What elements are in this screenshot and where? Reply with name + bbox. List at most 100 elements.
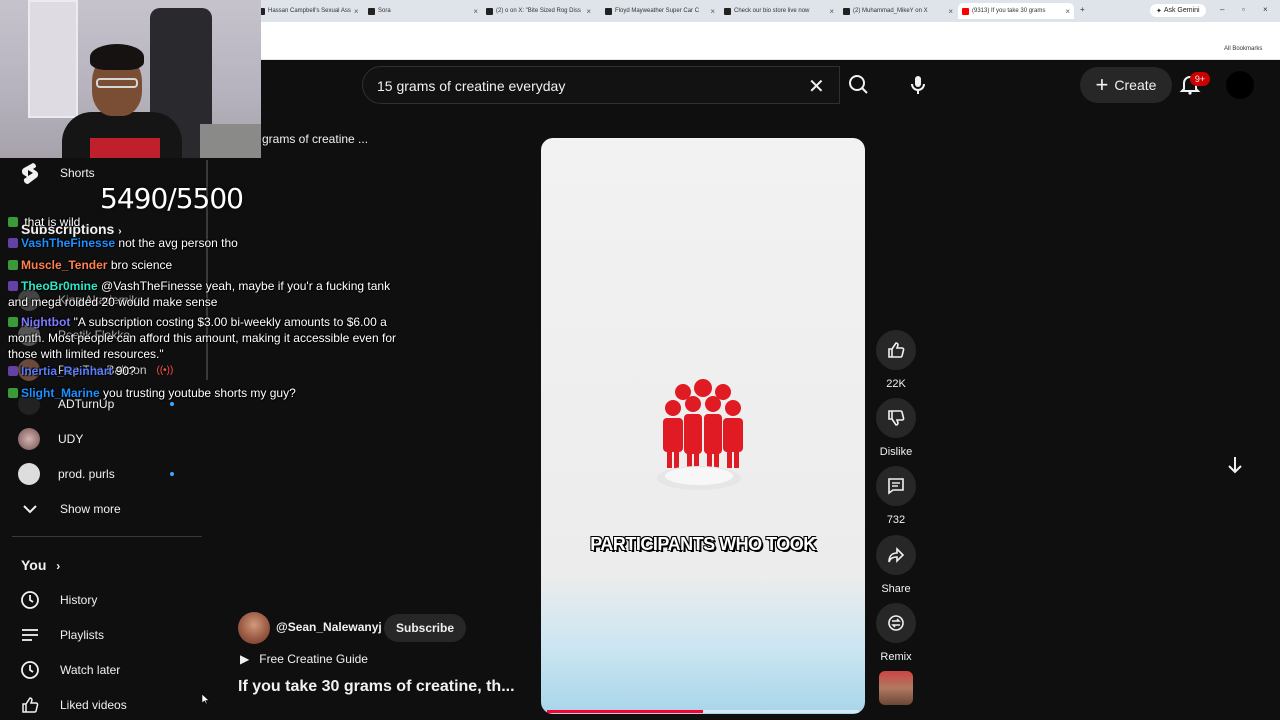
chat-username: VashTheFinesse xyxy=(21,236,119,250)
notification-count-badge: 9+ xyxy=(1190,72,1210,86)
tab-close-icon[interactable]: × xyxy=(586,7,591,16)
chat-badge-icon xyxy=(8,260,18,270)
chat-badge-icon xyxy=(8,281,18,291)
chat-username: Muscle_Tender xyxy=(21,258,111,272)
browser-tab[interactable]: Check our bio store live now × xyxy=(724,3,834,19)
browser-tab[interactable]: Hassan Campbell's Sexual Ass × xyxy=(258,3,358,19)
remix-action[interactable]: Remix xyxy=(876,603,916,663)
like-count: 22K xyxy=(886,378,906,390)
chat-message: Muscle_Tender bro science xyxy=(8,257,248,273)
channel-avatar[interactable] xyxy=(238,612,270,644)
video-progress-bar[interactable] xyxy=(547,710,859,713)
subscribe-button[interactable]: Subscribe xyxy=(384,614,466,642)
tab-favicon-icon xyxy=(605,7,612,15)
comment-count: 732 xyxy=(886,514,906,526)
shorts-video-player[interactable]: PARTICIPANTS WHO TOOK xyxy=(541,138,865,714)
share-button[interactable] xyxy=(876,535,916,575)
close-window-icon[interactable]: × xyxy=(1263,5,1268,14)
minimize-icon[interactable]: – xyxy=(1220,5,1224,14)
chat-badge-icon xyxy=(8,388,18,398)
new-tab-icon[interactable]: + xyxy=(1080,5,1085,14)
sidebar-item-subscription[interactable]: UDY xyxy=(18,426,83,452)
chat-message: TheoBr0mine @VashTheFinesse yeah, maybe … xyxy=(8,278,408,310)
comments-action[interactable]: 732 xyxy=(876,466,916,526)
sidebar-item-liked-videos[interactable]: Liked videos xyxy=(18,692,127,718)
you-heading[interactable]: You › xyxy=(21,557,60,573)
sidebar-item-shorts[interactable]: Shorts xyxy=(18,160,95,186)
channel-name[interactable]: @Sean_Nalewanyj xyxy=(276,620,382,634)
channel-avatar xyxy=(18,463,40,485)
tab-close-icon[interactable]: × xyxy=(829,7,834,16)
ask-gemini-button[interactable]: ✦ Ask Gemini xyxy=(1150,4,1206,17)
tab-favicon-icon xyxy=(486,7,493,15)
new-content-dot xyxy=(170,472,174,476)
sidebar-show-more[interactable]: Show more xyxy=(18,496,121,522)
chat-message: that is wild xyxy=(8,214,248,230)
tab-favicon-icon xyxy=(843,7,850,15)
chat-message: Nightbot "A subscription costing $3.00 b… xyxy=(8,314,408,362)
shorts-icon xyxy=(18,161,42,185)
dislike-button[interactable] xyxy=(876,398,916,438)
like-action[interactable]: 22K xyxy=(876,330,916,390)
remix-button[interactable] xyxy=(876,603,916,643)
like-button[interactable] xyxy=(876,330,916,370)
new-content-dot xyxy=(170,402,174,406)
all-bookmarks-link[interactable]: All Bookmarks xyxy=(1224,46,1262,52)
related-link[interactable]: ▶ Free Creatine Guide xyxy=(240,652,368,666)
chevron-right-icon: › xyxy=(56,559,61,573)
account-avatar[interactable] xyxy=(1226,71,1254,99)
maximize-icon[interactable]: ▫ xyxy=(1242,5,1245,14)
tab-favicon-icon xyxy=(368,7,375,15)
chat-username: TheoBr0mine xyxy=(21,279,102,293)
tab-favicon-icon xyxy=(724,7,731,15)
chat-badge-icon xyxy=(8,317,18,327)
tab-close-icon[interactable]: × xyxy=(710,7,715,16)
webcam-overlay xyxy=(0,0,261,158)
channel-avatar xyxy=(18,428,40,450)
sidebar-item-subscription[interactable]: prod. purls xyxy=(18,461,115,487)
tab-close-icon[interactable]: × xyxy=(1065,7,1070,16)
next-short-arrow-icon[interactable] xyxy=(1224,454,1246,476)
chat-message: Inertia_Reinhart 90? xyxy=(8,363,248,379)
browser-tab[interactable]: Floyd Mayweather Super Car C × xyxy=(605,3,715,19)
sidebar-item-watch-later[interactable]: Watch later xyxy=(18,657,120,683)
create-button[interactable]: + Create xyxy=(1080,67,1172,103)
chat-text: not the avg person tho xyxy=(118,236,238,250)
search-input[interactable]: 15 grams of creatine everyday xyxy=(377,78,565,94)
tab-close-icon[interactable]: × xyxy=(948,7,953,16)
share-arrow-icon xyxy=(888,547,905,563)
sub-goal-counter: 5490/5500 xyxy=(100,182,244,215)
chat-badge-icon xyxy=(8,366,18,376)
chat-text: you trusting youtube shorts my guy? xyxy=(103,386,296,400)
chat-text: that is wild xyxy=(21,215,81,229)
chat-username: Slight_Marine xyxy=(21,386,104,400)
clear-search-icon[interactable]: ✕ xyxy=(808,74,825,99)
audio-source-thumbnail[interactable] xyxy=(879,671,913,705)
youtube-favicon-icon xyxy=(962,7,969,15)
history-icon xyxy=(18,588,42,612)
share-action[interactable]: Share xyxy=(876,535,916,595)
video-title[interactable]: If you take 30 grams of creatine, th... xyxy=(238,678,515,696)
video-caption: PARTICIPANTS WHO TOOK xyxy=(590,534,816,554)
tab-close-icon[interactable]: × xyxy=(473,7,478,16)
browser-tab[interactable]: (2) Muhammad_MikeY on X × xyxy=(843,3,953,19)
dislike-label: Dislike xyxy=(879,446,913,458)
plus-icon: + xyxy=(1095,72,1109,97)
search-box[interactable]: 15 grams of creatine everyday xyxy=(362,66,840,104)
sidebar-item-playlists[interactable]: Playlists xyxy=(18,622,104,648)
browser-tab-active[interactable]: (9313) If you take 30 grams × xyxy=(958,3,1074,19)
dislike-action[interactable]: Dislike xyxy=(876,398,916,458)
search-button[interactable] xyxy=(840,66,878,104)
previous-short-title[interactable]: grams of creatine ... xyxy=(262,132,368,146)
chat-message: VashTheFinesse not the avg person tho xyxy=(8,235,278,251)
browser-tab[interactable]: (2) o on X: "Bite Sized Rog Diss × xyxy=(486,3,591,19)
sidebar-item-history[interactable]: History xyxy=(18,587,97,613)
comments-button[interactable] xyxy=(876,466,916,506)
chat-username: Nightbot xyxy=(21,315,74,329)
microphone-icon[interactable] xyxy=(906,73,930,97)
chat-username: Inertia_Reinhart xyxy=(21,364,116,378)
chat-text: bro science xyxy=(110,258,173,272)
chat-text: 90? xyxy=(115,364,136,378)
tab-close-icon[interactable]: × xyxy=(354,7,358,16)
browser-tab[interactable]: Sora × xyxy=(368,3,478,19)
